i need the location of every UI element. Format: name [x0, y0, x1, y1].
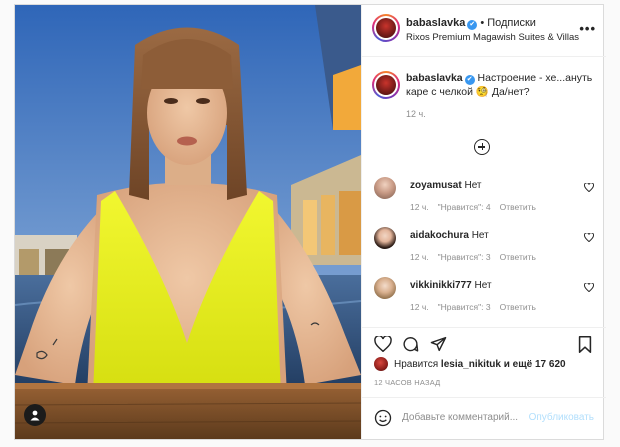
comment-time[interactable]: 12 ч. [410, 252, 429, 262]
comment-likes[interactable]: "Нравится": 3 [438, 252, 491, 262]
comment-icon[interactable] [402, 336, 419, 356]
heart-icon[interactable] [584, 232, 594, 245]
emoji-smile-icon[interactable] [374, 409, 392, 430]
send-icon[interactable] [430, 336, 447, 355]
likes-count[interactable]: и ещё 17 620 [504, 359, 566, 370]
comment-username[interactable]: aidakochura [410, 230, 469, 241]
commenter-avatar[interactable] [374, 177, 396, 199]
location-link[interactable]: Rixos Premium Magawish Suites & Villas [406, 32, 579, 43]
post-dialog: babaslavka ✔ • Подписки Rixos Premium Magaw… [14, 4, 606, 440]
comment-text: zoyamusat Нет [410, 180, 482, 191]
comment-input[interactable] [402, 412, 520, 423]
liker-avatar[interactable] [374, 357, 388, 371]
follow-status-button[interactable]: Подписки [487, 17, 536, 29]
comment-body: Нет [464, 180, 482, 191]
comment-item: aidakochura Нет 12 ч. "Нравится": 3 Ответи… [362, 227, 606, 271]
post-sidebar: babaslavka ✔ • Подписки Rixos Premium Magaw… [361, 5, 606, 439]
comment-body: Нет [474, 280, 492, 291]
verified-badge-icon: ✔ [467, 20, 478, 30]
likes-summary: Нравится lesia_nikituk и ещё 17 620 [374, 357, 606, 375]
liker-username[interactable]: lesia_nikituk [441, 359, 501, 370]
comment-time[interactable]: 12 ч. [410, 202, 429, 212]
comment-meta: 12 ч. "Нравится": 4 Ответить [410, 202, 545, 212]
comment-item: vikkinikki777 Нет 12 ч. "Нравится": 3 Отве… [362, 277, 606, 321]
caption-text: babaslavka ✔ Настроение - хе...ануть каре… [406, 71, 596, 99]
comment-meta: 12 ч. "Нравится": 3 Ответить [410, 302, 545, 312]
post-header: babaslavka ✔ • Подписки Rixos Premium Magaw… [362, 5, 606, 57]
reply-button[interactable]: Ответить [500, 302, 536, 312]
comment-meta: 12 ч. "Нравится": 3 Ответить [410, 252, 545, 262]
comment-username[interactable]: zoyamusat [410, 180, 462, 191]
author-line: babaslavka ✔ • Подписки [406, 17, 536, 30]
author-avatar[interactable] [372, 14, 400, 42]
heart-icon[interactable] [584, 182, 594, 195]
heart-icon[interactable] [374, 335, 392, 355]
comment-text: aidakochura Нет [410, 230, 489, 241]
separator-dot: • [480, 17, 485, 29]
reply-button[interactable]: Ответить [500, 252, 536, 262]
caption-avatar[interactable] [372, 71, 400, 99]
post-timestamp[interactable]: 12 ЧАСОВ НАЗАД [374, 378, 440, 387]
commenter-avatar[interactable] [374, 227, 396, 249]
publish-button[interactable]: Опубликовать [529, 412, 594, 423]
author-username[interactable]: babaslavka [406, 17, 465, 29]
commenter-avatar[interactable] [374, 277, 396, 299]
verified-badge-icon: ✔ [464, 75, 475, 85]
caption-time[interactable]: 12 ч. [406, 109, 426, 119]
user-tag-icon[interactable] [24, 404, 46, 426]
add-comment-bar: Опубликовать [362, 397, 606, 439]
heart-icon[interactable] [584, 282, 594, 295]
comment-text: vikkinikki777 Нет [410, 280, 492, 291]
comment-likes[interactable]: "Нравится": 4 [438, 202, 491, 212]
likes-text: Нравится lesia_nikituk и ещё 17 620 [394, 359, 566, 370]
plus-circle-icon[interactable] [474, 139, 490, 155]
post-photo[interactable] [15, 5, 361, 439]
action-bar [362, 327, 606, 357]
comment-body: Нет [471, 230, 489, 241]
reply-button[interactable]: Ответить [500, 202, 536, 212]
comment-time[interactable]: 12 ч. [410, 302, 429, 312]
comment-item: zoyamusat Нет 12 ч. "Нравится": 4 Ответить [362, 177, 606, 221]
comment-likes[interactable]: "Нравится": 3 [438, 302, 491, 312]
caption-username[interactable]: babaslavka [406, 72, 463, 84]
bookmark-icon[interactable] [578, 336, 592, 356]
likes-prefix: Нравится [394, 359, 439, 370]
more-options-icon[interactable]: ••• [579, 21, 596, 36]
comment-username[interactable]: vikkinikki777 [410, 280, 472, 291]
